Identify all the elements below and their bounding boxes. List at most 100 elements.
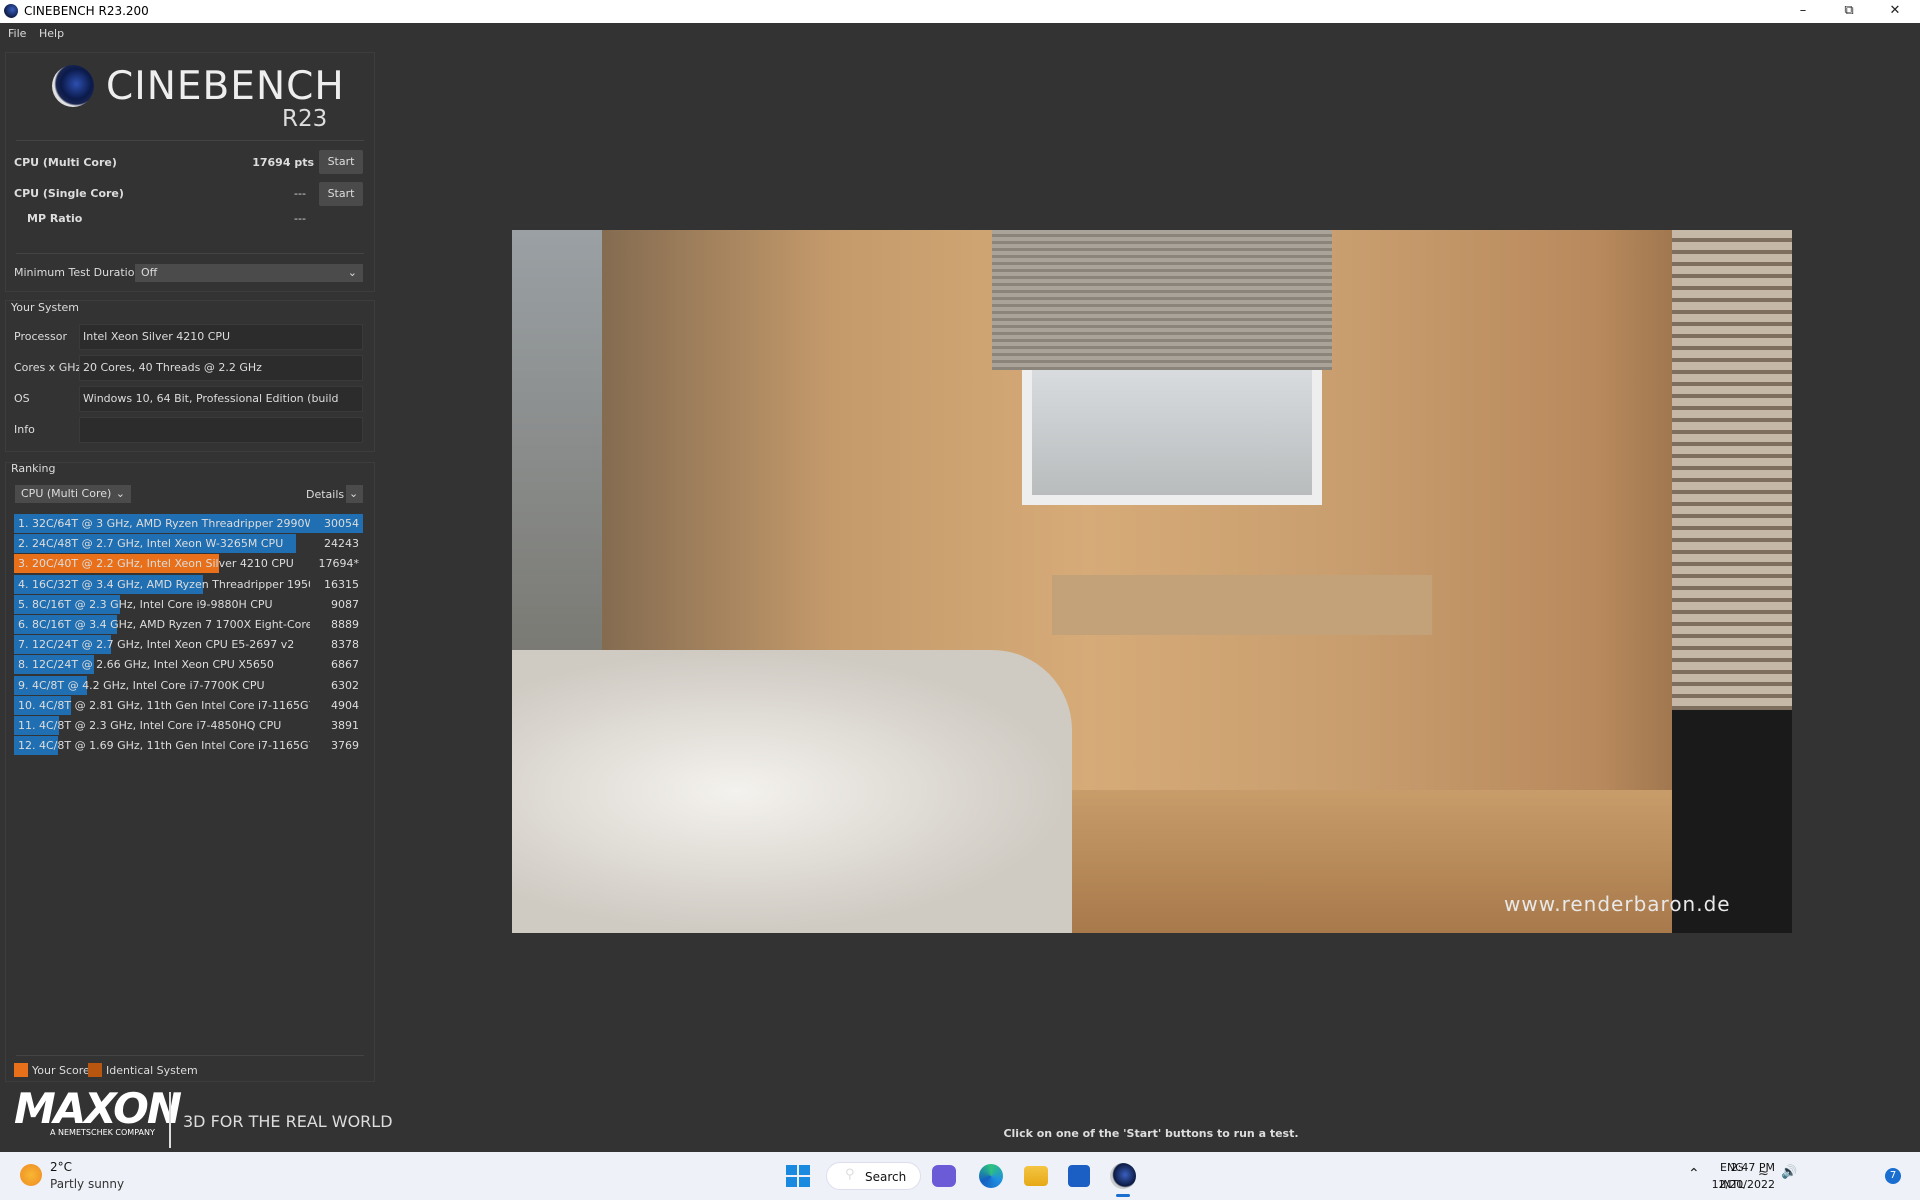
ranking-row-score: 9087 [331,597,359,611]
your-score-swatch [14,1063,28,1077]
ranking-row-label: 5. 8C/16T @ 2.3 GHz, Intel Core i9-9880H… [18,597,273,611]
render-view: www.renderbaron.de [512,230,1792,933]
taskbar-search-button[interactable]: ⚲ Search [826,1162,921,1190]
os-field: Windows 10, 64 Bit, Professional Edition… [79,386,363,429]
ranking-row-score: 30054 [324,517,359,530]
render-blinds [992,230,1332,370]
info-field[interactable] [79,417,363,443]
tagline: 3D FOR THE REAL WORLD [183,1112,393,1131]
multi-core-start-button[interactable]: Start [319,150,363,174]
search-icon: ⚲ [845,1167,855,1182]
processor-label: Processor [14,330,67,343]
microsoft-store-icon[interactable] [1068,1165,1090,1187]
minimize-button[interactable]: – [1780,0,1826,23]
notification-badge[interactable]: 7 [1885,1168,1901,1184]
ranking-row-label: 3. 20C/40T @ 2.2 GHz, Intel Xeon Silver … [18,557,294,571]
ranking-row[interactable]: 5. 8C/16T @ 2.3 GHz, Intel Core i9-9880H… [14,594,363,614]
info-label: Info [14,423,35,436]
logo-name: CINEBENCH [106,64,345,109]
ranking-row[interactable]: 7. 12C/24T @ 2.7 GHz, Intel Xeon CPU E5-… [14,635,363,655]
volume-icon[interactable]: 🔊 [1781,1165,1797,1180]
ranking-row-label: 7. 12C/24T @ 2.7 GHz, Intel Xeon CPU E5-… [18,638,295,652]
start-button-windows-icon[interactable] [783,1162,813,1190]
ranking-row[interactable]: 6. 8C/16T @ 3.4 GHz, AMD Ryzen 7 1700X E… [14,615,363,634]
min-duration-value: Off [141,266,158,279]
ranking-row[interactable]: 1. 32C/64T @ 3 GHz, AMD Ryzen Threadripp… [14,514,363,533]
chevron-up-icon[interactable]: ⌃ [1688,1166,1700,1182]
title-bar: CINEBENCH R23.200 – ⧉ ✕ [0,0,1920,23]
window-title: CINEBENCH R23.200 [24,4,149,18]
maxon-logo-text: MAXON [14,1084,182,1133]
chevron-down-icon: ⌄ [349,487,359,500]
taskbar [0,1152,1920,1200]
ranking-row-score: 8889 [331,618,359,631]
mp-ratio-value: --- [294,212,306,225]
search-label: Search [865,1170,907,1184]
ranking-title: Ranking [11,462,56,475]
ranking-row-score: 3769 [331,739,359,753]
min-duration-select[interactable]: Off ⌄ [135,264,363,282]
divider [169,1092,171,1148]
ranking-select-value: CPU (Multi Core) [21,487,112,500]
os-label: OS [14,392,30,405]
logo-version: R23 [282,106,328,132]
details-toggle-button[interactable]: ⌄ [346,485,363,503]
ranking-row[interactable]: 12. 4C/8T @ 1.69 GHz, 11th Gen Intel Cor… [14,736,363,756]
cores-label: Cores x GHz [14,361,82,374]
ranking-select[interactable]: CPU (Multi Core) ⌄ [15,485,131,503]
ranking-row[interactable]: 11. 4C/8T @ 2.3 GHz, Intel Core i7-4850H… [14,716,363,735]
ranking-row-label: 10. 4C/8T @ 2.81 GHz, 11th Gen Intel Cor… [18,698,310,712]
close-button[interactable]: ✕ [1872,0,1918,23]
menu-help[interactable]: Help [39,27,64,40]
ranking-row[interactable]: 2. 24C/48T @ 2.7 GHz, Intel Xeon W-3265M… [14,534,363,554]
ranking-row-score: 4904 [331,698,359,712]
ranking-row-score: 6302 [331,678,359,692]
ranking-row-score: 8378 [331,638,359,652]
menu-file[interactable]: File [8,27,26,40]
cores-field: 20 Cores, 40 Threads @ 2.2 GHz [79,355,363,381]
ranking-row-label: 4. 16C/32T @ 3.4 GHz, AMD Ryzen Threadri… [18,577,310,591]
processor-field: Intel Xeon Silver 4210 CPU [79,324,363,350]
clock-date[interactable]: 12/20/2022 [1712,1178,1775,1191]
cinebench-taskbar-icon[interactable] [1110,1163,1136,1189]
cinebench-logo-icon [52,65,94,107]
your-score-legend: Your Score [32,1064,90,1077]
mp-ratio-label: MP Ratio [27,212,83,225]
restore-button[interactable]: ⧉ [1826,0,1872,23]
ranking-row-label: 9. 4C/8T @ 4.2 GHz, Intel Core i7-7700K … [18,678,265,692]
render-watermark: www.renderbaron.de [1504,892,1731,916]
ranking-row[interactable]: 3. 20C/40T @ 2.2 GHz, Intel Xeon Silver … [14,554,363,574]
single-core-start-button[interactable]: Start [319,182,363,206]
ranking-row[interactable]: 4. 16C/32T @ 3.4 GHz, AMD Ryzen Threadri… [14,574,363,594]
menu-bar: File Help [0,23,1920,45]
ranking-row-score: 17694* [318,557,360,571]
ranking-row-label: 1. 32C/64T @ 3 GHz, AMD Ryzen Threadripp… [18,517,310,530]
details-label: Details [306,488,345,501]
render-table [1052,575,1432,635]
weather-temp[interactable]: 2°C [50,1160,72,1174]
maxon-logo: MAXON A NEMETSCHEK COMPANY [14,1084,182,1138]
clock-time[interactable]: 2:47 PM [1731,1161,1775,1174]
ranking-row[interactable]: 10. 4C/8T @ 2.81 GHz, 11th Gen Intel Cor… [14,695,363,715]
file-explorer-icon[interactable] [1024,1166,1048,1186]
ranking-row-label: 2. 24C/48T @ 2.7 GHz, Intel Xeon W-3265M… [18,537,284,551]
weather-icon [20,1164,42,1186]
render-sofa [512,650,1072,933]
ranking-row-label: 11. 4C/8T @ 2.3 GHz, Intel Core i7-4850H… [18,719,282,732]
single-core-label: CPU (Single Core) [14,187,124,200]
identical-system-swatch [88,1063,102,1077]
ranking-row-score: 6867 [331,658,359,672]
status-text: Click on one of the 'Start' buttons to r… [1003,1127,1299,1140]
single-core-score: --- [294,187,306,200]
divider [16,253,364,254]
teams-chat-icon[interactable] [932,1165,956,1187]
edge-icon[interactable] [979,1164,1003,1188]
weather-desc[interactable]: Partly sunny [50,1177,124,1191]
divider [16,140,364,141]
ranking-row[interactable]: 9. 4C/8T @ 4.2 GHz, Intel Core i7-7700K … [14,675,363,695]
ranking-row-score: 3891 [331,719,359,732]
ranking-row-label: 8. 12C/24T @ 2.66 GHz, Intel Xeon CPU X5… [18,658,274,672]
divider [16,1055,364,1056]
ranking-row[interactable]: 8. 12C/24T @ 2.66 GHz, Intel Xeon CPU X5… [14,655,363,675]
multi-core-score: 17694 pts [252,156,314,169]
